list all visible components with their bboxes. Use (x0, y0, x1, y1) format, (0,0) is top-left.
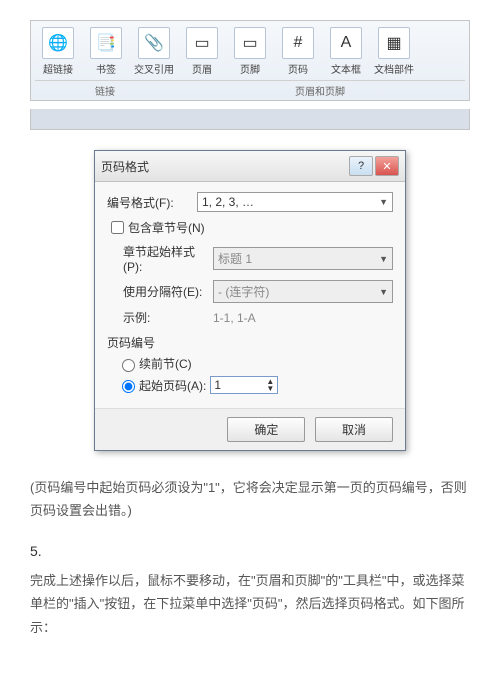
chevron-down-icon: ▼ (379, 197, 388, 207)
format-select[interactable]: 1, 2, 3, …▼ (197, 192, 393, 212)
ribbon-bookmark[interactable]: 📑 书签 (83, 27, 129, 76)
ribbon-label: 文本框 (331, 61, 361, 76)
separator-label: 使用分隔符(E): (123, 283, 213, 300)
ribbon-crossref[interactable]: 📎 交叉引用 (131, 27, 177, 76)
start-at-radio[interactable] (122, 380, 135, 393)
continue-label: 续前节(C) (139, 355, 192, 372)
separator-select: - (连字符)▼ (213, 280, 393, 303)
ribbon-label: 页脚 (240, 61, 260, 76)
ribbon-parts[interactable]: ▦ 文档部件 (371, 27, 417, 76)
chapter-style-label: 章节起始样式(P): (123, 243, 213, 274)
ribbon: 🌐 超链接 📑 书签 📎 交叉引用 ▭ 页眉 ▭ 页脚 # 页码 A 文本框 ▦ 文档部件 链接… (30, 20, 470, 101)
ribbon-pagenum[interactable]: # 页码 (275, 27, 321, 76)
numbering-title: 页码编号 (107, 334, 393, 351)
ribbon-label: 页码 (288, 61, 308, 76)
include-chapter-label: 包含章节号(N) (128, 219, 205, 236)
crossref-icon: 📎 (138, 27, 170, 59)
globe-icon: 🌐 (42, 27, 74, 59)
pagenum-icon: # (282, 27, 314, 59)
note-text-1: (页码编号中起始页码必须设为"1"，它将会决定显示第一页的页码编号，否则页码设置… (30, 476, 470, 523)
include-chapter-checkbox[interactable] (111, 221, 124, 234)
example-label: 示例: (123, 309, 213, 326)
ribbon-label: 书签 (96, 61, 116, 76)
spinner-arrows-icon: ▲▼ (266, 378, 274, 392)
close-button[interactable]: ✕ (375, 156, 399, 176)
dialog-title: 页码格式 (101, 158, 347, 175)
ribbon-label: 超链接 (43, 61, 73, 76)
ribbon-group-headerfooter: 页眉和页脚 (175, 80, 465, 100)
ribbon-group-links: 链接 (35, 80, 175, 100)
page-number-format-dialog: 页码格式 ? ✕ 编号格式(F): 1, 2, 3, …▼ 包含章节号(N) 章… (94, 150, 406, 451)
ribbon-textbox[interactable]: A 文本框 (323, 27, 369, 76)
example-value: 1-1, 1-A (213, 311, 256, 325)
format-label: 编号格式(F): (107, 194, 197, 211)
footer-icon: ▭ (234, 27, 266, 59)
document-area (30, 109, 470, 130)
ribbon-label: 页眉 (192, 61, 212, 76)
ribbon-label: 交叉引用 (134, 61, 174, 76)
bookmark-icon: 📑 (90, 27, 122, 59)
ribbon-header[interactable]: ▭ 页眉 (179, 27, 225, 76)
ribbon-footer[interactable]: ▭ 页脚 (227, 27, 273, 76)
textbox-icon: A (330, 27, 362, 59)
parts-icon: ▦ (378, 27, 410, 59)
note-text-2: 完成上述操作以后，鼠标不要移动，在"页眉和页脚"的"工具栏"中，或选择菜单栏的"… (30, 569, 470, 639)
ribbon-hyperlink[interactable]: 🌐 超链接 (35, 27, 81, 76)
start-at-label: 起始页码(A): (139, 377, 206, 394)
help-button[interactable]: ? (349, 156, 373, 176)
chapter-style-select: 标题 1▼ (213, 247, 393, 270)
dialog-titlebar: 页码格式 ? ✕ (95, 151, 405, 182)
continue-radio[interactable] (122, 359, 135, 372)
chevron-down-icon: ▼ (379, 287, 388, 297)
start-at-spinner[interactable]: 1▲▼ (210, 376, 278, 394)
cancel-button[interactable]: 取消 (315, 417, 393, 442)
ok-button[interactable]: 确定 (227, 417, 305, 442)
ribbon-label: 文档部件 (374, 61, 414, 76)
chevron-down-icon: ▼ (379, 254, 388, 264)
header-icon: ▭ (186, 27, 218, 59)
step-number: 5. (30, 543, 470, 559)
ribbon-items: 🌐 超链接 📑 书签 📎 交叉引用 ▭ 页眉 ▭ 页脚 # 页码 A 文本框 ▦ 文档部件 (35, 27, 465, 76)
